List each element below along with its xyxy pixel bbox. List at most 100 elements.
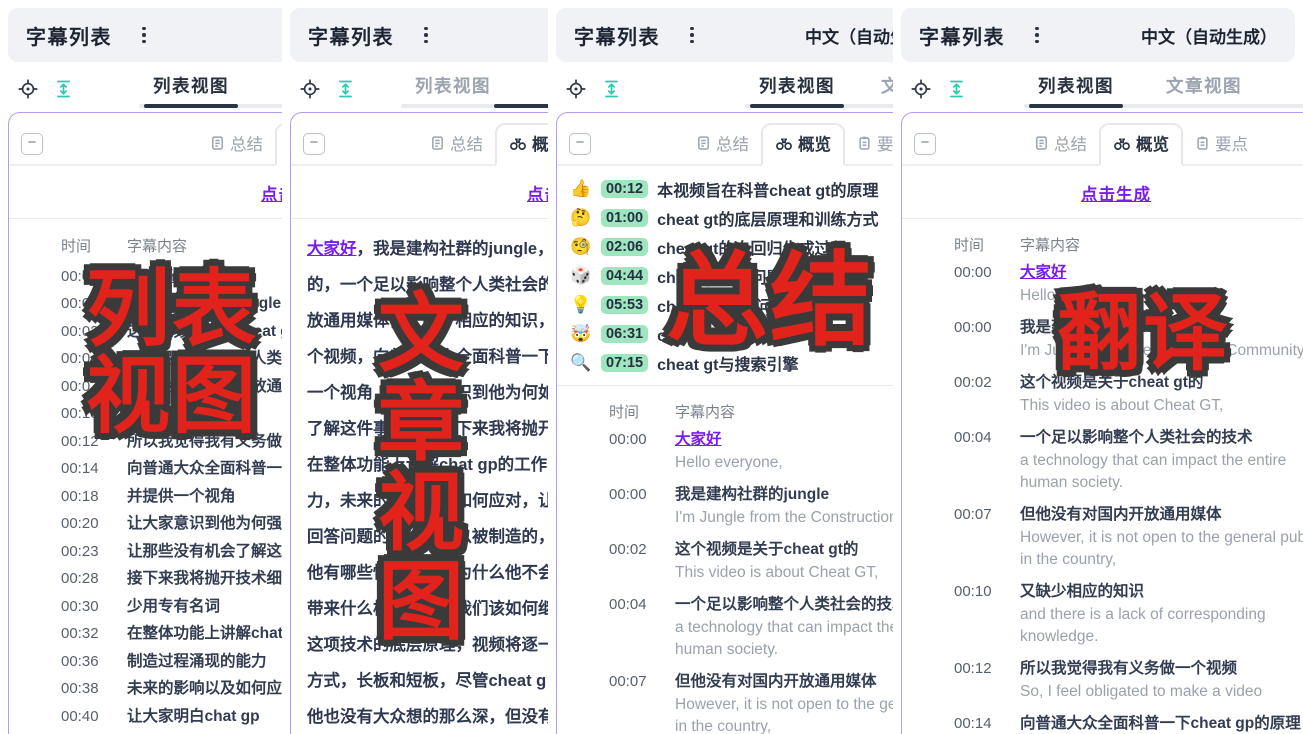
tab-list-view[interactable]: 列表视图 (405, 73, 501, 108)
subtitle-row[interactable]: 00:00 大家好 (9, 263, 282, 291)
subtitle-row[interactable]: 00:38 未来的影响以及如何应对 (9, 675, 282, 703)
collapse-button[interactable]: − (569, 133, 591, 155)
generate-row: 点击生成 (9, 166, 282, 219)
subtitle-translation-line: a technology that can impact the entire (1020, 450, 1303, 472)
tab-summary[interactable]: 总结 (1022, 125, 1099, 164)
timestamp-badge[interactable]: 00:12 (601, 180, 648, 198)
tab-summary[interactable]: 总结 (684, 125, 761, 164)
timestamp-badge[interactable]: 04:44 (601, 267, 648, 285)
timestamp-badge[interactable]: 06:31 (601, 325, 648, 343)
locate-icon[interactable] (18, 79, 38, 99)
locate-icon[interactable] (911, 79, 931, 99)
subtitle-language-label[interactable]: 中文（自动生成） (805, 23, 893, 48)
subtitle-row[interactable]: 00:00 我是建构社群的jungle I'm Jungle from the … (557, 483, 893, 529)
tab-article-view[interactable]: 文章视图 (1156, 73, 1252, 108)
subtitle-row[interactable]: 00:02 这个视频是关于cheat gt的 (9, 318, 282, 346)
overview-item[interactable]: 🎲 04:44 cheat gt回答问题的随机性 (557, 261, 893, 290)
subtitle-translation-line: human society. (675, 639, 893, 661)
tab-overview[interactable]: 概览 (761, 123, 845, 166)
subtitle-row[interactable]: 00:23 让那些没有机会了解这件事的人 (9, 538, 282, 566)
vertical-fit-icon[interactable] (947, 79, 966, 99)
collapse-button[interactable]: − (914, 133, 936, 155)
tab-overview[interactable]: 概览 (495, 123, 548, 166)
tab-list-view[interactable]: 列表视图 (143, 73, 239, 108)
overview-item[interactable]: 🧐 02:06 cheat gt的自回归生成过程 (557, 232, 893, 261)
subtitle-row[interactable]: 00:10 又缺少相应的知识 (9, 400, 282, 428)
subtitle-row[interactable]: 00:14 向普通大众全面科普一下cheat gp的原理 to comprehe… (902, 712, 1303, 734)
subtitle-row[interactable]: 00:02 这个视频是关于cheat gt的 This video is abo… (557, 538, 893, 584)
overview-item[interactable]: 💡 05:53 chat gp t回答问题的方式 (557, 290, 893, 319)
translation-lines: I'm Jungle from the Construct Community, (1020, 340, 1303, 362)
subtitle-row[interactable]: 00:00 我是建构社群的jungle I'm Jungle from the … (902, 316, 1303, 362)
translation-lines: and there is a lack of correspondingknow… (1020, 604, 1303, 648)
subtitle-row[interactable]: 00:00 大家好 Hello everyone, (557, 428, 893, 474)
timestamp-badge[interactable]: 05:53 (601, 296, 648, 314)
tab-article-view[interactable]: 文章视图 (871, 73, 893, 108)
subtitle-row[interactable]: 00:28 接下来我将抛开技术细节 (9, 565, 282, 593)
translation-lines: Hello everyone, (1020, 285, 1303, 307)
subtitle-row[interactable]: 00:00 大家好 Hello everyone, (902, 261, 1303, 307)
subtitle-row[interactable]: 00:00 我是建构社群的jungle (9, 290, 282, 318)
subtitle-row[interactable]: 00:40 让大家明白chat gp (9, 703, 282, 731)
tab-overview[interactable]: 概览 (275, 123, 282, 166)
subtitle-link[interactable]: 大家好 (675, 428, 893, 452)
subtitle-row[interactable]: 00:12 所以我觉得我有义务做一个视频 So, I feel obligate… (902, 657, 1303, 703)
subtitle-row[interactable]: 00:20 让大家意识到他为何强大 (9, 510, 282, 538)
subtitle-cell: 我是建构社群的jungle I'm Jungle from the Constr… (1020, 316, 1303, 362)
tab-summary[interactable]: 总结 (198, 125, 275, 164)
subtitle-row[interactable]: 00:36 制造过程涌现的能力 (9, 648, 282, 676)
subtitle-row[interactable]: 00:04 一个足以影响整个人类社会的技术 a technology that … (557, 593, 893, 661)
overview-item[interactable]: 🤯 06:31 cheat gt的惊人能力 (557, 319, 893, 348)
collapse-button[interactable]: − (303, 133, 325, 155)
timestamp: 00:14 (954, 712, 1000, 734)
tab-keypoints[interactable]: 要点 (845, 125, 893, 164)
overview-item[interactable]: 🤔 01:00 cheat gt的底层原理和训练方式 (557, 203, 893, 232)
subtitle-cell: 向普通大众全面科普一下cheat gp的原理 to comprehensivel… (1020, 712, 1303, 734)
subtitle-link[interactable]: 大家好 (307, 240, 357, 258)
subtitle-row[interactable]: 00:14 向普通大众全面科普一下cheat gp (9, 455, 282, 483)
tab-summary[interactable]: 总结 (418, 125, 495, 164)
kebab-menu-icon[interactable] (686, 23, 698, 48)
generate-link[interactable]: 点击生成 (1081, 186, 1151, 204)
subtitle-row[interactable]: 00:07 但他没有对国内开放通用媒体 (9, 373, 282, 401)
subtitle-translation-line: Hello everyone, (675, 452, 893, 474)
subtitle-row[interactable]: 00:02 这个视频是关于cheat gt的 This video is abo… (902, 371, 1303, 417)
article-text: 在整体功能上讲解chat gp的工作 (307, 456, 547, 474)
subtitle-row[interactable]: 00:30 少用专有名词 (9, 593, 282, 621)
timestamp-badge[interactable]: 07:15 (601, 354, 648, 372)
subtitle-row[interactable]: 00:04 一个足以影响整个人类社会的技术 a technology that … (902, 426, 1303, 494)
locate-icon[interactable] (300, 79, 320, 99)
subtitle-row[interactable]: 00:07 但他没有对国内开放通用媒体 However, it is not o… (557, 670, 893, 734)
subtitle-row[interactable]: 00:44 他是怎么被制造的 (9, 730, 282, 734)
vertical-fit-icon[interactable] (54, 79, 73, 99)
kebab-menu-icon[interactable] (420, 23, 432, 48)
collapse-button[interactable]: − (21, 133, 43, 155)
subtitle-row[interactable]: 00:07 但他没有对国内开放通用媒体 However, it is not o… (902, 503, 1303, 571)
subtitle-row[interactable]: 00:32 在整体功能上讲解chat gp (9, 620, 282, 648)
article-text: 了解这件事的人，接下来我将抛开 (307, 420, 548, 438)
subtitle-row[interactable]: 00:04 一个足以影响整个人类社会的技术 (9, 345, 282, 373)
subtitle-row[interactable]: 00:18 并提供一个视角 (9, 483, 282, 511)
article-text: 他有哪些惊人能力，为什么他不会 (307, 564, 548, 582)
subtitle-link[interactable]: 大家好 (1020, 261, 1303, 285)
subtitle-row[interactable]: 00:10 又缺少相应的知识 and there is a lack of co… (902, 580, 1303, 648)
overview-item[interactable]: 👍 00:12 本视频旨在科普cheat gt的原理 (557, 174, 893, 203)
subtitle-cell: 但他没有对国内开放通用媒体 However, it is not open to… (1020, 503, 1303, 571)
subtitle-link[interactable]: 大家好 (127, 263, 282, 291)
overview-item[interactable]: 🔍 07:15 cheat gt与搜索引擎 (557, 348, 893, 377)
kebab-menu-icon[interactable] (138, 23, 150, 48)
tab-overview[interactable]: 概览 (1099, 123, 1183, 166)
vertical-fit-icon[interactable] (602, 79, 621, 99)
locate-icon[interactable] (566, 79, 586, 99)
tab-keypoints[interactable]: 要点 (1183, 125, 1260, 164)
tab-list-view[interactable]: 列表视图 (1028, 73, 1124, 108)
subtitle-language-label[interactable]: 中文（自动生成） (1141, 23, 1277, 48)
tab-list-view[interactable]: 列表视图 (749, 73, 845, 108)
generate-link[interactable]: 点击生成 (261, 186, 282, 204)
timestamp-badge[interactable]: 02:06 (601, 238, 648, 256)
generate-link[interactable]: 点击生成 (527, 186, 548, 204)
timestamp-badge[interactable]: 01:00 (601, 209, 648, 227)
kebab-menu-icon[interactable] (1031, 23, 1043, 48)
vertical-fit-icon[interactable] (336, 79, 355, 99)
subtitle-row[interactable]: 00:12 所以我觉得我有义务做一个视频 (9, 428, 282, 456)
